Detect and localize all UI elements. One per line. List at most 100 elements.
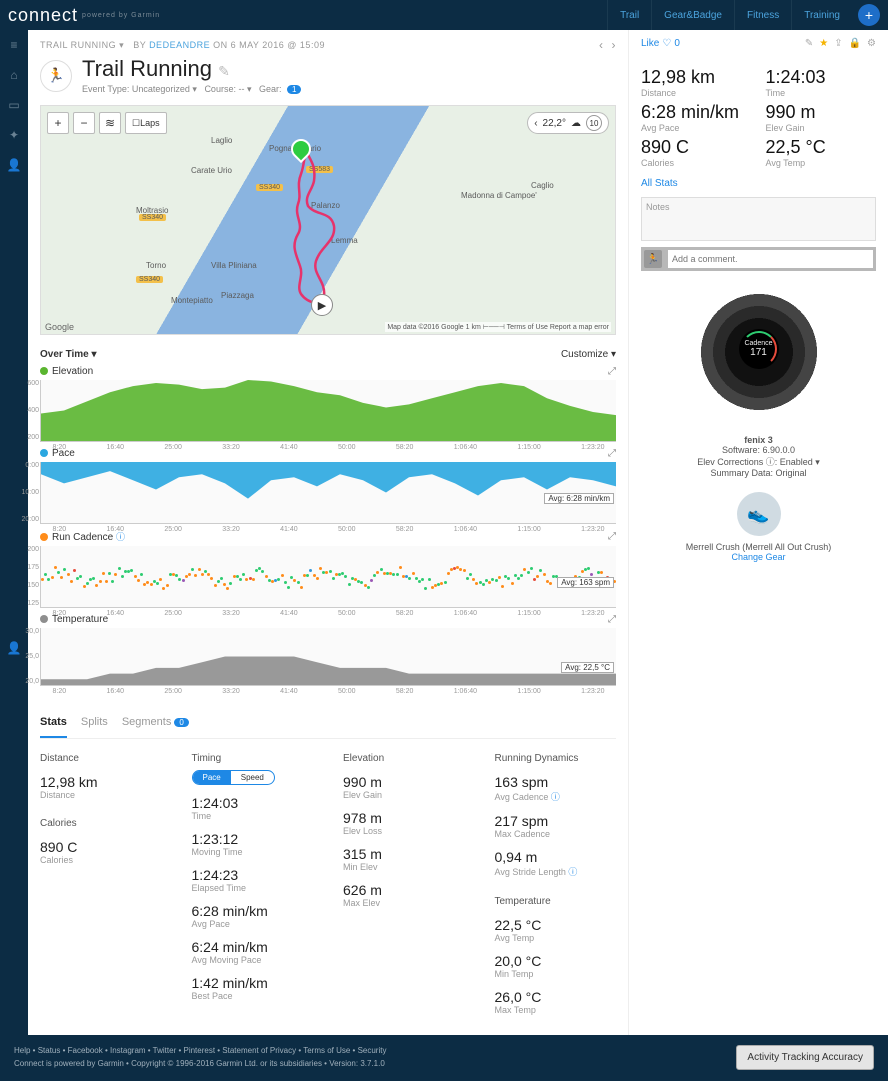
notes-field[interactable]: Notes [641, 197, 876, 241]
metric-value: 22,5 °C [766, 137, 877, 158]
customize-charts[interactable]: Customize ▾ [561, 349, 616, 360]
activity-title: Trail Running [82, 56, 212, 81]
nav-training[interactable]: Training [791, 0, 852, 30]
device-name: fenix 3 [641, 435, 876, 445]
edit-icon[interactable]: ✎ [805, 38, 813, 49]
map-place: Torno [146, 261, 166, 270]
gear-name: Merrell Crush (Merrell All Out Crush) [641, 542, 876, 552]
layers-button[interactable]: ≋ [99, 112, 121, 134]
add-button[interactable]: + [858, 4, 880, 26]
bc-user[interactable]: DEDEANDRE [149, 40, 210, 50]
metric-value: 1:24:03 [766, 67, 877, 88]
event-type[interactable]: Event Type: Uncategorized ▾ [82, 84, 197, 94]
map[interactable]: + − ≋ ☐ Laps ‹ 22,2° ☁ 10 Laglio Carate … [40, 105, 616, 335]
gps-track [286, 146, 346, 316]
map-place: Piazzaga [221, 291, 254, 300]
map-place: Laglio [211, 136, 232, 145]
change-gear-link[interactable]: Change Gear [641, 552, 876, 562]
tab-stats[interactable]: Stats [40, 710, 67, 738]
metric-label: Avg Temp [766, 158, 877, 168]
top-nav: Trail Gear&Badge Fitness Training + [607, 0, 880, 30]
metric-value: 12,98 km [641, 67, 752, 88]
metric-label: Elev Gain [766, 123, 877, 133]
gear-count[interactable]: 1 [287, 85, 301, 94]
map-attribution: Map data ©2016 Google 1 km ⊢──⊣ Terms of… [385, 322, 611, 332]
nav-fitness[interactable]: Fitness [734, 0, 791, 30]
map-road: SS340 [139, 214, 166, 221]
bc-by: BY [133, 40, 146, 50]
map-place: Madonna di Campoe' [461, 191, 537, 200]
cloud-icon: ☁ [571, 118, 581, 129]
map-place: Villa Pliniana [211, 261, 257, 270]
zoom-in-button[interactable]: + [47, 112, 69, 134]
map-place: Montepiatto [171, 296, 213, 305]
chart-mode-select[interactable]: Over Time ▾ [40, 349, 97, 360]
profile-icon[interactable]: 👤 [7, 158, 22, 172]
laps-button[interactable]: ☐ Laps [125, 112, 167, 134]
course-select[interactable]: Course: -- ▾ [204, 84, 251, 94]
sidebar: ≡ ⌂ ▭ ✦ 👤 👤 [0, 30, 28, 1035]
tab-splits[interactable]: Splits [81, 710, 108, 738]
device-elev[interactable]: Elev Corrections ⓘ: Enabled ▾ [641, 455, 876, 468]
device-summary: Summary Data: Original [641, 468, 876, 478]
logo-text: connect [8, 5, 78, 26]
comment-row: 🏃 [641, 247, 876, 271]
metric-label: Calories [641, 158, 752, 168]
map-temp-value: 22,2° [543, 118, 566, 129]
all-stats-link[interactable]: All Stats [641, 178, 876, 189]
favorite-icon[interactable]: ★ [819, 38, 828, 49]
footer-copy: Connect is powered by Garmin • Copyright… [14, 1058, 386, 1071]
map-place: Carate Urio [191, 166, 232, 175]
zoom-out-button[interactable]: − [73, 112, 95, 134]
activity-icon-large: 🏃 [40, 60, 72, 92]
menu-icon[interactable]: ≡ [10, 38, 17, 52]
footer-links[interactable]: Help • Status • Facebook • Instagram • T… [14, 1045, 386, 1058]
metric-value: 890 C [641, 137, 752, 158]
metric-label: Distance [641, 88, 752, 98]
share-icon[interactable]: ⇪ [834, 38, 842, 49]
tab-segments[interactable]: Segments 0 [122, 710, 189, 738]
settings-icon[interactable]: ⚙ [867, 38, 876, 49]
gear-panel: 👟 Merrell Crush (Merrell All Out Crush) … [641, 492, 876, 562]
map-weather[interactable]: ‹ 22,2° ☁ 10 [527, 112, 609, 134]
stats-tabs: Stats Splits Segments 0 [40, 710, 616, 739]
next-activity[interactable]: › [612, 38, 617, 52]
google-logo: Google [45, 322, 74, 332]
shoe-icon: 👟 [737, 492, 781, 536]
nav-gear[interactable]: Gear&Badge [651, 0, 734, 30]
map-road: SS340 [136, 276, 163, 283]
breadcrumb: TRAIL RUNNING ▾ BY DEDEANDRE ON 6 MAY 20… [40, 38, 616, 52]
map-road: SS340 [256, 184, 283, 191]
wind-icon: 10 [586, 115, 602, 131]
lock-icon[interactable]: 🔒 [849, 38, 861, 49]
bc-category[interactable]: TRAIL RUNNING [40, 40, 116, 50]
metric-value: 990 m [766, 102, 877, 123]
watch-image: Cadence171 [699, 289, 819, 429]
heart-icon: ♡ [662, 38, 671, 49]
metric-label: Avg Pace [641, 123, 752, 133]
bc-date: ON 6 MAY 2016 @ 15:09 [213, 40, 325, 50]
tracking-accuracy-button[interactable]: Activity Tracking Accuracy [736, 1045, 874, 1070]
comment-input[interactable] [668, 250, 873, 268]
map-place: Caglio [531, 181, 554, 190]
topbar: connect powered by Garmin Trail Gear&Bad… [0, 0, 888, 30]
metric-label: Time [766, 88, 877, 98]
expand-chart-icon[interactable]: ⤢ [608, 366, 616, 377]
logo[interactable]: connect powered by Garmin [8, 5, 160, 26]
edit-title-icon[interactable]: ✎ [218, 63, 230, 79]
footer: Help • Status • Facebook • Instagram • T… [0, 1035, 888, 1081]
device-sw: Software: 6.90.0.0 [641, 445, 876, 455]
map-play-button[interactable]: ▶ [311, 294, 333, 316]
like-button[interactable]: Like ♡ 0 [641, 38, 680, 49]
device-panel: Cadence171 fenix 3 Software: 6.90.0.0 El… [641, 289, 876, 478]
metric-value: 6:28 min/km [641, 102, 752, 123]
dashboard-icon[interactable]: ▭ [8, 98, 19, 112]
nav-trail[interactable]: Trail [607, 0, 651, 30]
logo-sub: powered by Garmin [82, 12, 160, 19]
gear-label: Gear: [259, 84, 282, 94]
home-icon[interactable]: ⌂ [10, 68, 17, 82]
prev-activity[interactable]: ‹ [599, 38, 604, 52]
runner-icon: 🏃 [644, 250, 662, 268]
pace-speed-toggle[interactable]: PaceSpeed [192, 770, 275, 785]
activity-icon[interactable]: ✦ [9, 128, 19, 142]
